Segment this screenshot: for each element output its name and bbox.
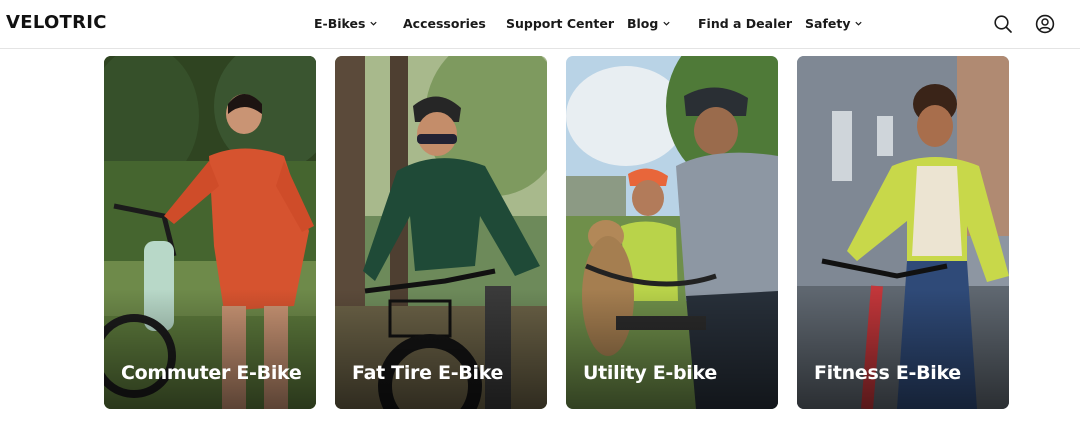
card-title: Utility E-bike [583,362,717,384]
chevron-down-icon [663,21,670,26]
category-card-fitness[interactable]: Fitness E-Bike [797,56,1009,409]
card-gradient [566,289,778,409]
chevron-down-icon [370,21,378,26]
card-gradient [797,289,1009,409]
brand-logo[interactable]: VELOTRIC [6,12,107,33]
nav-item-label: Safety [805,16,851,31]
site-header: VELOTRIC E-Bikes Accessories Support Cen… [0,0,1080,49]
category-card-utility[interactable]: Utility E-bike [566,56,778,409]
nav-item-label: Find a Dealer [698,16,793,31]
nav-item-find-a-dealer[interactable]: Find a Dealer [698,16,792,31]
search-button[interactable] [992,13,1014,35]
category-card-commuter[interactable]: Commuter E-Bike [104,56,316,409]
nav-item-e-bikes[interactable]: E-Bikes [314,16,378,31]
nav-item-support-center[interactable]: Support Center [506,16,614,31]
card-gradient [335,289,547,409]
category-cards: Commuter E-Bike Fat Tire E-Bike Utility … [0,56,1080,409]
chevron-down-icon [855,21,863,26]
nav-item-label: E-Bikes [314,16,366,31]
card-gradient [104,289,316,409]
card-title: Commuter E-Bike [121,362,302,384]
nav-item-blog[interactable]: Blog [627,16,671,31]
card-title: Fitness E-Bike [814,362,961,384]
nav-item-label: Blog [627,16,659,31]
card-title: Fat Tire E-Bike [352,362,504,384]
search-icon [994,15,1012,33]
category-card-fat-tire[interactable]: Fat Tire E-Bike [335,56,547,409]
nav-item-accessories[interactable]: Accessories [403,16,486,31]
nav-item-safety[interactable]: Safety [805,16,863,31]
account-icon [1035,14,1055,34]
nav-item-label: Support Center [506,16,615,31]
account-button[interactable] [1034,13,1056,35]
nav-item-label: Accessories [403,16,486,31]
